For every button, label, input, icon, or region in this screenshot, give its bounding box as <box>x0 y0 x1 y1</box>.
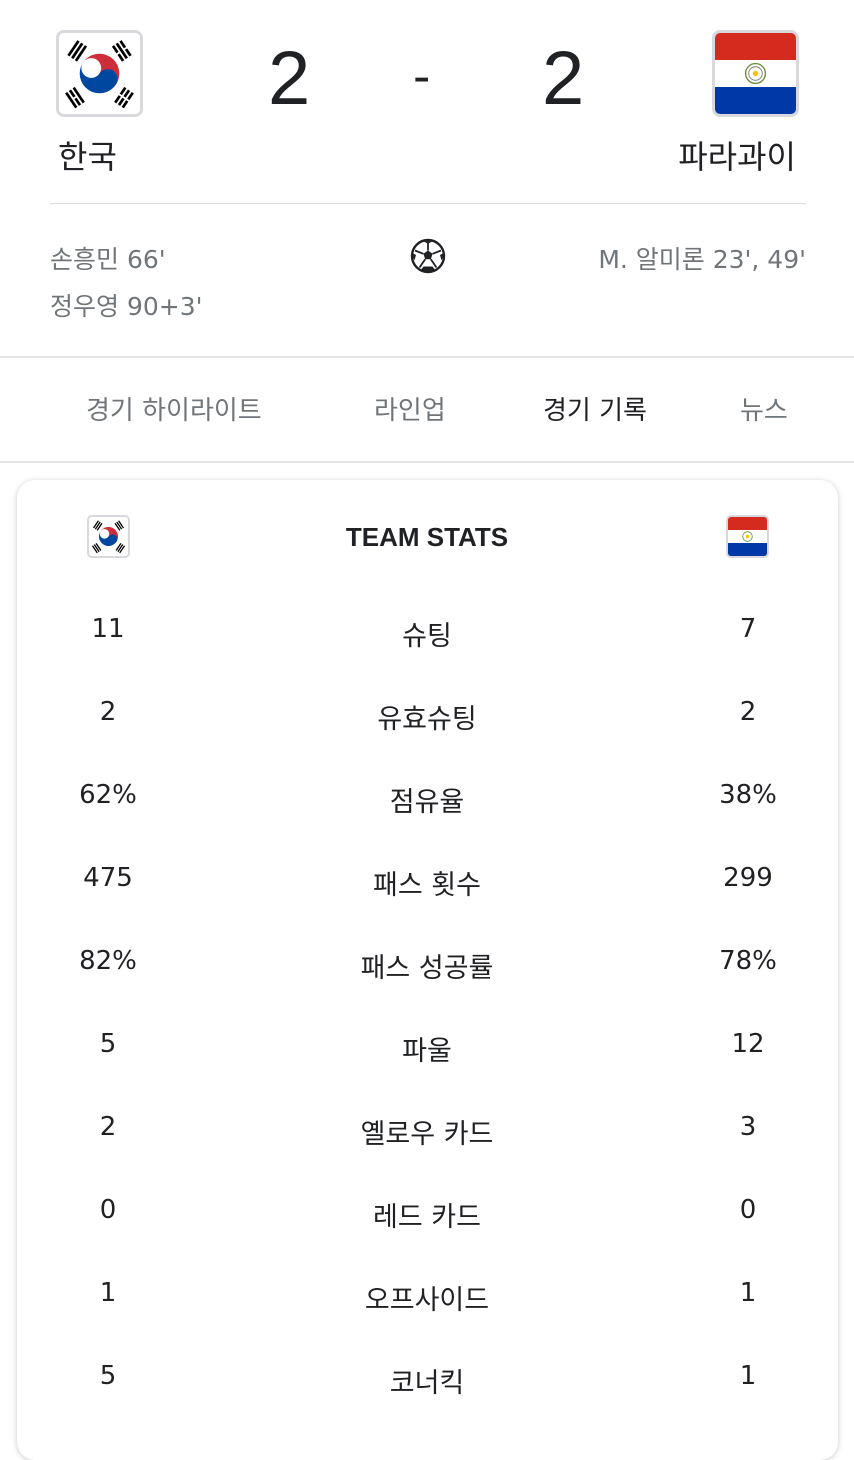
stat-row-yellow-cards: 2 옐로우 카드 3 <box>0 1112 854 1195</box>
home-stat-value: 5 <box>99 1361 117 1391</box>
score-separator: - <box>413 49 431 105</box>
paraguay-flag-icon[interactable] <box>712 30 799 117</box>
away-stat-value: 12 <box>731 1029 765 1059</box>
stat-label: 패스 횟수 <box>373 870 481 901</box>
away-stat-value: 78% <box>719 946 777 976</box>
stat-label: 파울 <box>402 1036 452 1067</box>
tab-news[interactable]: 뉴스 <box>740 390 788 427</box>
stat-row-shots: 11 슈팅 7 <box>0 614 854 697</box>
stat-label: 패스 성공률 <box>360 953 494 984</box>
home-scorer: 손흥민 66' <box>50 245 166 274</box>
away-stat-value: 1 <box>739 1278 757 1308</box>
away-stat-value: 0 <box>739 1195 757 1225</box>
home-stat-value: 2 <box>99 1112 117 1142</box>
stat-row-fouls: 5 파울 12 <box>0 1029 854 1112</box>
away-stat-value: 3 <box>739 1112 757 1142</box>
stat-row-corners: 5 코너킥 1 <box>0 1361 854 1444</box>
paraguay-flag-icon <box>726 515 769 558</box>
stat-row-offsides: 1 오프사이드 1 <box>0 1278 854 1361</box>
stat-label: 레드 카드 <box>373 1202 481 1233</box>
stat-row-pass-accuracy: 82% 패스 성공률 78% <box>0 946 854 1029</box>
away-stat-value: 38% <box>719 780 777 810</box>
divider <box>50 203 806 204</box>
tab-match-stats[interactable]: 경기 기록 <box>543 390 647 427</box>
stat-row-shots-on-target: 2 유효슈팅 2 <box>0 697 854 780</box>
stat-label: 코너킥 <box>389 1368 465 1399</box>
divider <box>0 461 854 463</box>
home-stat-value: 62% <box>79 780 137 810</box>
tab-highlights[interactable]: 경기 하이라이트 <box>86 390 262 427</box>
home-team-name[interactable]: 한국 <box>58 132 117 178</box>
away-stat-value: 1 <box>739 1361 757 1391</box>
stat-label: 유효슈팅 <box>377 704 477 735</box>
away-stat-value: 2 <box>739 697 757 727</box>
stat-label: 슈팅 <box>402 621 452 652</box>
stat-row-passes: 475 패스 횟수 299 <box>0 863 854 946</box>
stat-label: 오프사이드 <box>364 1285 490 1316</box>
soccer-ball-icon <box>410 238 446 274</box>
home-stat-value: 0 <box>99 1195 117 1225</box>
away-stat-value: 7 <box>739 614 757 644</box>
tab-lineup[interactable]: 라인업 <box>374 390 446 427</box>
home-scorer: 정우영 90+3' <box>50 292 203 321</box>
divider <box>0 356 854 358</box>
stat-label: 점유율 <box>389 787 465 818</box>
away-scorer: M. 알미론 23', 49' <box>598 245 806 274</box>
away-team-name[interactable]: 파라과이 <box>678 132 796 178</box>
stat-row-red-cards: 0 레드 카드 0 <box>0 1195 854 1278</box>
home-stat-value: 5 <box>99 1029 117 1059</box>
home-stat-value: 475 <box>83 863 133 893</box>
home-stat-value: 11 <box>91 614 125 644</box>
stat-label: 옐로우 카드 <box>360 1119 494 1150</box>
away-score: 2 <box>542 36 585 121</box>
home-stat-value: 2 <box>99 697 117 727</box>
stat-row-possession: 62% 점유율 38% <box>0 780 854 863</box>
away-stat-value: 299 <box>723 863 773 893</box>
home-stat-value: 82% <box>79 946 137 976</box>
korea-flag-icon[interactable] <box>56 30 143 117</box>
home-score: 2 <box>268 36 311 121</box>
home-stat-value: 1 <box>99 1278 117 1308</box>
